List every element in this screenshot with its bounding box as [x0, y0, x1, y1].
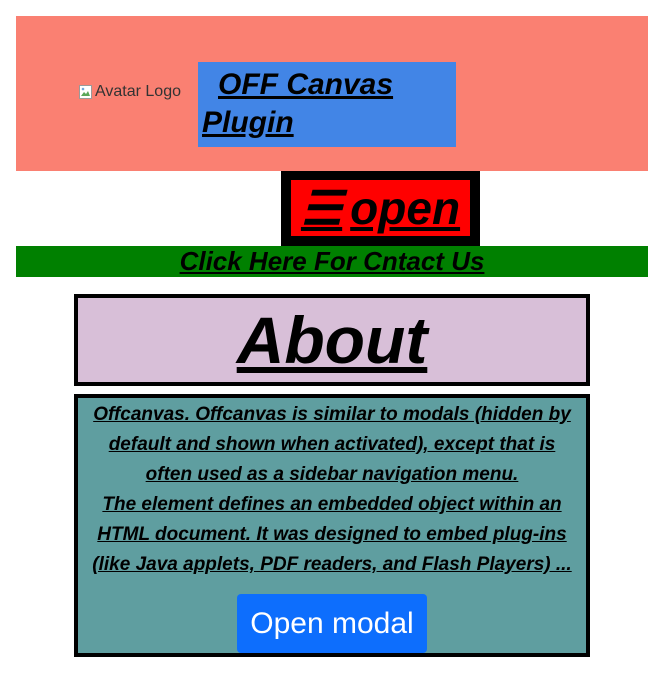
broken-image-icon	[78, 84, 94, 100]
open-button-face: ☰ open	[291, 180, 470, 236]
header: Avatar Logo OFF Canvas Plugin	[16, 16, 648, 171]
content-line: default and shown when activated), excep…	[108, 434, 556, 455]
content-line: (like Java applets, PDF readers, and Fla…	[92, 554, 572, 575]
open-button-label: open	[350, 182, 461, 234]
contact-link[interactable]: Click Here For Cntact Us	[16, 246, 648, 277]
about-heading: About	[74, 294, 590, 386]
content-line: HTML document. It was designed to embed …	[97, 524, 567, 545]
open-offcanvas-button[interactable]: ☰ open	[281, 171, 480, 246]
open-modal-button[interactable]: Open modal	[237, 594, 427, 653]
title-box: OFF Canvas Plugin	[198, 62, 456, 147]
page-title: OFF Canvas Plugin	[202, 68, 394, 139]
hamburger-icon: ☰	[300, 182, 343, 234]
content-line: often used as a sidebar navigation menu.	[145, 464, 519, 485]
content-panel: Offcanvas. Offcanvas is similar to modal…	[74, 394, 590, 657]
page: Avatar Logo OFF Canvas Plugin ☰ open Cli…	[0, 0, 664, 689]
avatar-logo: Avatar Logo	[78, 83, 181, 101]
content-line: The element defines an embedded object w…	[102, 494, 562, 515]
content-paragraph: Offcanvas. Offcanvas is similar to modal…	[74, 400, 590, 580]
content-line: Offcanvas. Offcanvas is similar to modal…	[93, 404, 571, 425]
avatar-logo-alt-text: Avatar Logo	[95, 83, 181, 100]
